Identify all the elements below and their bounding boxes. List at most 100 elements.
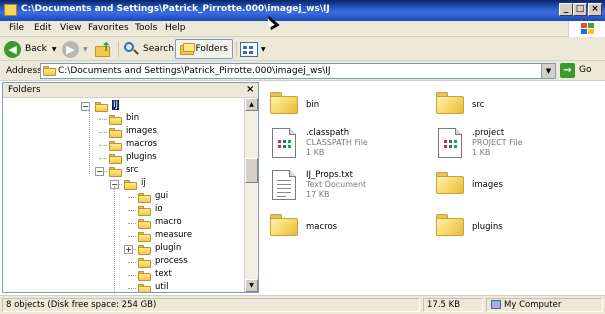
address-input[interactable]: C:\Documents and Settings\Patrick_Pirrot… [40,63,556,79]
folder-tile[interactable]: bin [270,90,430,128]
tree-item[interactable]: text [3,269,244,282]
tree-scrollbar[interactable]: ▲ ▼ [244,98,258,292]
tree-item-label: util [155,282,169,292]
go-arrow-icon: → [560,63,575,78]
tree-connector [128,223,136,224]
menu-tools[interactable]: Tools [135,23,157,33]
item-type: Text Document [306,180,367,189]
tree-connector [99,158,107,159]
close-button[interactable]: × [588,3,602,16]
folder-tile[interactable]: images [436,170,596,208]
tree-item[interactable]: gui [3,191,244,204]
folders-icon [180,42,195,56]
toolbar: ◀ Back ▼ ▶ ▼ ↑ Search Folders ▼ [0,37,605,61]
scroll-thumb[interactable] [245,158,258,183]
folder-icon [138,271,151,281]
file-tile[interactable]: .project PROJECT File 1 KB [436,128,596,166]
tree-item[interactable]: io [3,204,244,217]
tree-item[interactable]: images [3,126,244,139]
collapse-icon[interactable]: − [95,167,104,176]
file-tile[interactable]: .classpath CLASSPATH File 1 KB [270,128,430,166]
tree-guide-line [89,108,90,174]
chevron-down-icon[interactable]: ▼ [52,46,57,53]
folder-tile[interactable]: macros [270,212,430,250]
menu-file[interactable]: File [9,23,24,33]
item-size: 17 KB [306,190,330,199]
tree-item[interactable]: macro [3,217,244,230]
chevron-down-icon[interactable]: ▼ [261,46,266,53]
folder-icon [138,245,151,255]
scroll-up-arrow-icon[interactable]: ▲ [245,98,258,111]
folder-icon [138,193,151,203]
tree-connector [128,262,136,263]
folder-icon [270,214,298,236]
file-tile[interactable]: IJ_Props.txt Text Document 17 KB [270,170,430,208]
tree-item[interactable]: measure [3,230,244,243]
folders-button[interactable]: Folders [175,39,233,59]
project-file-icon [438,128,462,158]
folders-label: Folders [195,44,228,54]
menu-view[interactable]: View [60,23,81,33]
address-value: C:\Documents and Settings\Patrick_Pirrot… [58,66,331,76]
tree-connector [128,288,136,289]
tree-item-label: bin [126,113,140,123]
go-button[interactable]: → Go [560,63,602,79]
up-button[interactable]: ↑ [95,39,113,59]
tree-item-label: images [126,126,157,136]
tree-item-label: plugin [155,243,182,253]
views-grid-icon [240,41,258,57]
minimize-button[interactable]: _ [559,3,573,16]
title-bar[interactable]: C:\Documents and Settings\Patrick_Pirrot… [0,0,605,21]
folder-icon [138,206,151,216]
folder-tile[interactable]: src [436,90,596,128]
folder-icon [109,167,122,177]
back-button[interactable]: ◀ Back ▼ [4,39,56,59]
status-location-label: My Computer [504,300,562,310]
tree-item-label: macros [126,139,158,149]
folder-icon [436,214,464,236]
forward-arrow-icon: ▶ [62,40,79,58]
forward-button[interactable]: ▶ ▼ [62,39,88,59]
address-bar: Address C:\Documents and Settings\Patric… [0,61,605,81]
menu-favorites[interactable]: Favorites [88,23,129,33]
tree-item[interactable]: plugins [3,152,244,165]
toolbar-separator [118,41,119,57]
classpath-file-icon [272,128,296,158]
item-name: .project [472,128,505,138]
status-size: 17.5 KB [423,298,483,312]
tree-item-label: src [126,165,139,175]
tree-item-label: IJ [112,100,120,110]
address-dropdown-button[interactable]: ▼ [541,64,555,78]
file-view: bin src .classpath CLASSPATH File 1 KB .proje… [262,82,603,293]
menu-help[interactable]: Help [165,23,186,33]
tree-item[interactable]: macros [3,139,244,152]
item-name: macros [306,222,338,232]
maximize-button[interactable]: □ [573,3,587,16]
status-location: My Computer [486,298,603,312]
folders-pane-title: Folders [8,85,41,95]
folder-tile[interactable]: plugins [436,212,596,250]
tree-item-label: ij [141,178,146,188]
tree-item[interactable]: bin [3,113,244,126]
tree-item[interactable]: − src [3,165,244,178]
search-button[interactable]: Search [123,39,174,59]
scroll-down-arrow-icon[interactable]: ▼ [245,279,258,292]
item-size: 1 KB [472,148,491,157]
close-folders-pane-icon[interactable]: × [246,84,254,96]
menu-edit[interactable]: Edit [34,23,51,33]
tree-connector [99,145,107,146]
windows-flag-icon [581,23,594,35]
tree-item[interactable]: process [3,256,244,269]
item-type: PROJECT File [472,138,523,147]
tree-item[interactable]: − ij [3,178,244,191]
tree-item[interactable]: util [3,282,244,292]
chevron-down-icon[interactable]: ▼ [83,46,88,53]
tree-connector [128,210,136,211]
tree-item[interactable]: + plugin [3,243,244,256]
expand-icon[interactable]: + [124,245,133,254]
tree-guide-line [114,186,115,292]
item-name: IJ_Props.txt [306,170,353,180]
views-button[interactable]: ▼ [240,39,266,59]
folder-icon [138,219,151,229]
tree-item[interactable]: − IJ [3,100,244,113]
